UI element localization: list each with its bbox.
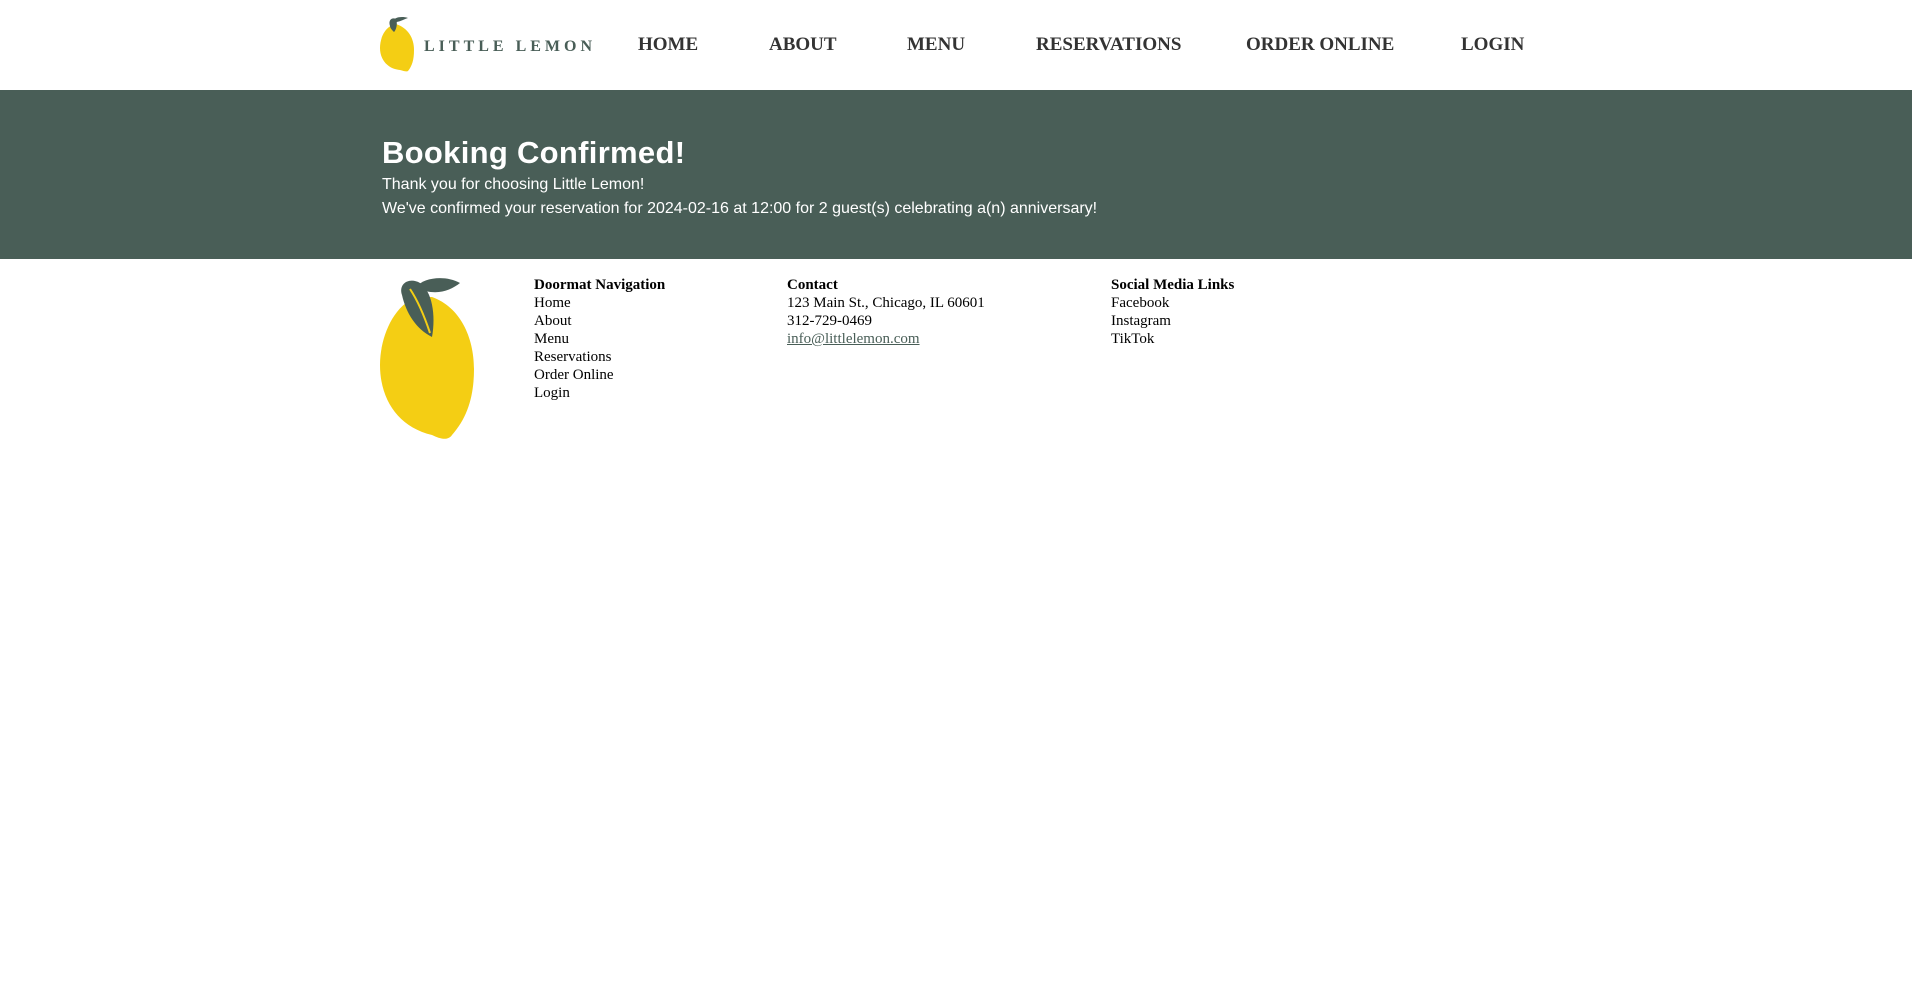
footer-lemon-icon xyxy=(380,278,474,439)
contact-email-link[interactable]: info@littlelemon.com xyxy=(787,331,920,347)
footer-link-home[interactable]: Home xyxy=(534,295,571,311)
footer-link-menu[interactable]: Menu xyxy=(534,331,569,347)
social-media-section: Social Media Links Facebook Instagram Ti… xyxy=(1111,276,1234,348)
social-link-instagram[interactable]: Instagram xyxy=(1111,313,1171,329)
footer-link-reservations[interactable]: Reservations xyxy=(534,349,611,365)
footer-link-about[interactable]: About xyxy=(534,313,572,329)
contact-address: 123 Main St., Chicago, IL 60601 xyxy=(787,295,985,311)
site-header: LITTLE LEMON HOME ABOUT MENU RESERVATION… xyxy=(0,0,1912,90)
contact-heading: Contact xyxy=(787,277,838,293)
confirmation-details: We've confirmed your reservation for 202… xyxy=(382,200,1098,217)
footer-link-order-online[interactable]: Order Online xyxy=(534,367,614,383)
contact-section: Contact 123 Main St., Chicago, IL 60601 … xyxy=(787,276,985,348)
doormat-navigation: Doormat Navigation Home About Menu Reser… xyxy=(534,276,665,402)
social-link-tiktok[interactable]: TikTok xyxy=(1111,331,1154,347)
contact-phone: 312-729-0469 xyxy=(787,313,872,329)
confirmation-banner: Booking Confirmed! Thank you for choosin… xyxy=(0,90,1912,259)
doormat-list: Home About Menu Reservations Order Onlin… xyxy=(534,294,665,402)
confirmation-heading: Booking Confirmed! xyxy=(382,135,686,170)
social-link-facebook[interactable]: Facebook xyxy=(1111,295,1169,311)
doormat-heading: Doormat Navigation xyxy=(534,277,666,293)
contact-list: 123 Main St., Chicago, IL 60601 312-729-… xyxy=(787,294,985,348)
nav-home[interactable]: HOME xyxy=(638,33,698,57)
little-lemon-logo[interactable]: LITTLE LEMON xyxy=(380,16,592,74)
nav-reservations[interactable]: RESERVATIONS xyxy=(1036,33,1181,57)
site-footer: Doormat Navigation Home About Menu Reser… xyxy=(0,259,1912,459)
nav-order-online[interactable]: ORDER ONLINE xyxy=(1246,33,1394,57)
social-list: Facebook Instagram TikTok xyxy=(1111,294,1234,348)
nav-login[interactable]: LOGIN xyxy=(1461,33,1524,57)
footer-link-login[interactable]: Login xyxy=(534,385,570,401)
confirmation-thanks: Thank you for choosing Little Lemon! xyxy=(382,176,645,193)
lemon-icon xyxy=(380,17,414,72)
logo-wordmark: LITTLE LEMON xyxy=(424,38,597,55)
nav-about[interactable]: ABOUT xyxy=(769,33,837,57)
social-heading: Social Media Links xyxy=(1111,277,1235,293)
nav-menu[interactable]: MENU xyxy=(907,33,965,57)
